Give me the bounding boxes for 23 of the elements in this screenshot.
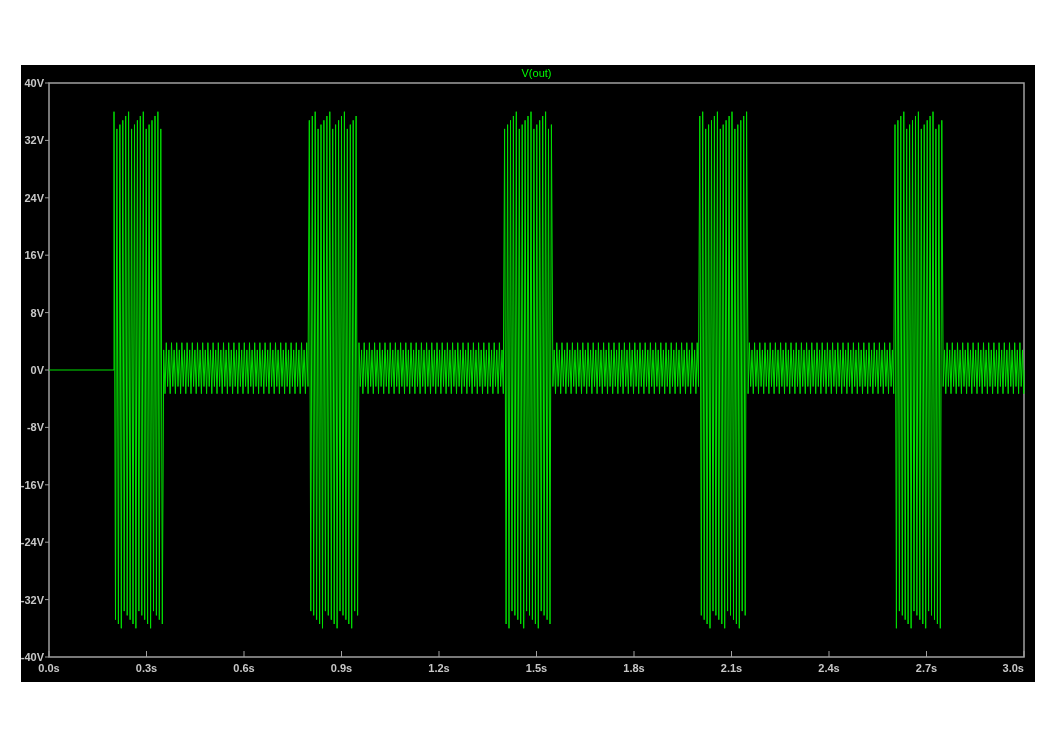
x-axis-label: 0.6s	[233, 662, 255, 674]
y-axis-label: -40V	[21, 651, 44, 663]
x-axis-label: 3.0s	[1002, 662, 1024, 674]
x-axis-label: 1.8s	[623, 662, 645, 674]
x-axis-label: 1.5s	[525, 662, 548, 674]
y-axis-label: -32V	[21, 593, 44, 606]
y-axis-label: -24V	[21, 536, 44, 549]
x-axis-label: 2.1s	[720, 662, 743, 674]
y-axis-label: 24V	[24, 191, 44, 204]
y-axis-label: 16V	[24, 249, 44, 262]
y-axis-label: -8V	[26, 421, 44, 434]
x-axis-label: 2.4s	[818, 662, 840, 674]
y-axis-label: 40V	[24, 77, 44, 89]
y-axis-label: 32V	[24, 134, 44, 147]
y-axis-label: 8V	[30, 306, 44, 319]
x-axis-label: 0.3s	[135, 662, 158, 674]
x-axis-label: 1.2s	[428, 662, 450, 674]
x-axis-label: 0.0s	[38, 662, 60, 674]
y-axis-label: 0V	[30, 364, 44, 376]
x-axis-label: 0.9s	[330, 662, 353, 674]
y-axis-label: -16V	[21, 478, 44, 491]
trace-label: V(out)	[521, 67, 552, 79]
x-axis-label: 2.7s	[915, 662, 938, 674]
